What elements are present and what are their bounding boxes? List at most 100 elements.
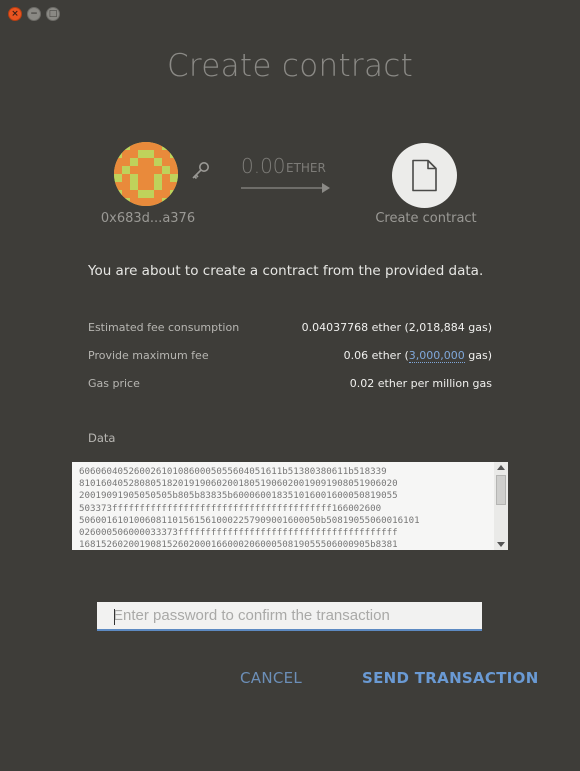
identicon-cell xyxy=(146,182,154,190)
data-line: 20019091905050505b805b83835b600060018351… xyxy=(79,491,398,502)
gas-price-label: Gas price xyxy=(88,377,140,390)
data-label: Data xyxy=(88,431,116,445)
max-fee-suffix: gas) xyxy=(464,349,492,362)
identicon-cell xyxy=(154,174,162,182)
contract-avatar xyxy=(392,143,457,208)
amount-value: 0.00 xyxy=(241,154,286,178)
identicon-cell xyxy=(138,150,146,158)
close-window-button[interactable]: × xyxy=(8,7,22,21)
key-icon xyxy=(192,162,209,180)
scroll-up-icon[interactable] xyxy=(497,465,505,470)
identicon-cell xyxy=(162,182,170,190)
data-line: 503373ffffffffffffffffffffffffffffffffff… xyxy=(79,503,382,514)
identicon-cell xyxy=(170,182,178,190)
identicon-cell xyxy=(122,190,130,198)
identicon-cell xyxy=(154,142,162,150)
identicon-cell xyxy=(138,190,146,198)
maximize-window-button[interactable]: □ xyxy=(46,7,60,21)
identicon-cell xyxy=(146,142,154,150)
scroll-down-icon[interactable] xyxy=(497,542,505,547)
identicon-cell xyxy=(122,142,130,150)
identicon-cell xyxy=(122,174,130,182)
page-title: Create contract xyxy=(166,48,414,84)
identicon-cell xyxy=(114,142,122,150)
identicon-cell xyxy=(170,190,178,198)
data-line: 6060604052600261010860005055604051611b51… xyxy=(79,467,387,477)
fee-label: Estimated fee consumption xyxy=(88,321,240,334)
identicon-cell xyxy=(122,182,130,190)
identicon-cell xyxy=(138,182,146,190)
to-label: Create contract xyxy=(375,211,477,226)
identicon-cell xyxy=(138,174,146,182)
identicon-cell xyxy=(170,198,178,206)
identicon-cell xyxy=(122,198,130,206)
identicon-cell xyxy=(146,190,154,198)
identicon-cell xyxy=(162,174,170,182)
data-line: 8101604052808051820191906020018051906020… xyxy=(79,479,398,490)
identicon-cell xyxy=(130,182,138,190)
password-input[interactable] xyxy=(97,602,482,631)
identicon-cell xyxy=(170,150,178,158)
identicon-cell xyxy=(170,158,178,166)
max-fee-value: 0.06 ether (3,000,000 gas) xyxy=(343,349,492,363)
identicon-cell xyxy=(130,166,138,174)
identicon-cell xyxy=(114,174,122,182)
identicon-cell xyxy=(154,166,162,174)
identicon-cell xyxy=(114,166,122,174)
identicon-avatar xyxy=(114,142,178,206)
data-line: 026000506000033373ffffffffffffffffffffff… xyxy=(79,528,398,539)
from-address[interactable]: 0x683d...a376 xyxy=(90,211,206,226)
identicon-cell xyxy=(114,150,122,158)
text-caret xyxy=(114,609,115,625)
identicon-cell xyxy=(138,198,146,206)
identicon-cell xyxy=(146,150,154,158)
fee-value: 0.04037768 ether (2,018,884 gas) xyxy=(301,321,492,334)
identicon-cell xyxy=(114,182,122,190)
identicon-cell xyxy=(170,166,178,174)
identicon-cell xyxy=(122,158,130,166)
identicon-cell xyxy=(114,198,122,206)
max-fee-prefix: 0.06 ether ( xyxy=(343,349,409,362)
identicon-cell xyxy=(114,190,122,198)
identicon-cell xyxy=(122,166,130,174)
identicon-cell xyxy=(170,174,178,182)
data-textarea[interactable]: 6060604052600261010860005055604051611b51… xyxy=(72,462,508,550)
identicon-cell xyxy=(170,142,178,150)
identicon-cell xyxy=(114,158,122,166)
identicon-cell xyxy=(154,150,162,158)
identicon-cell xyxy=(130,174,138,182)
minimize-window-button[interactable]: − xyxy=(27,7,41,21)
gas-price-value: 0.02 ether per million gas xyxy=(349,377,492,390)
max-fee-label: Provide maximum fee xyxy=(88,349,209,362)
data-scrollbar[interactable] xyxy=(494,462,508,550)
max-fee-gas-editable[interactable]: 3,000,000 xyxy=(408,349,465,363)
identicon-cell xyxy=(162,142,170,150)
identicon-cell xyxy=(130,150,138,158)
identicon-cell xyxy=(162,190,170,198)
identicon-cell xyxy=(130,158,138,166)
identicon-cell xyxy=(138,158,146,166)
arrow-right-icon xyxy=(241,183,330,193)
identicon-cell xyxy=(130,198,138,206)
identicon-cell xyxy=(146,174,154,182)
identicon-cell xyxy=(130,190,138,198)
identicon-cell xyxy=(154,190,162,198)
data-line: 1681526020019081526020001660002060005081… xyxy=(79,540,398,550)
identicon-cell xyxy=(162,158,170,166)
identicon-cell xyxy=(154,158,162,166)
identicon-cell xyxy=(138,166,146,174)
data-content: 6060604052600261010860005055604051611b51… xyxy=(72,462,508,550)
identicon-cell xyxy=(162,198,170,206)
cancel-button[interactable]: CANCEL xyxy=(240,669,302,687)
intro-text: You are about to create a contract from … xyxy=(88,263,484,279)
identicon-cell xyxy=(138,142,146,150)
send-transaction-button[interactable]: SEND TRANSACTION xyxy=(362,669,539,687)
document-icon xyxy=(412,159,437,192)
identicon-cell xyxy=(162,166,170,174)
amount-unit: ETHER xyxy=(286,161,326,175)
identicon-cell xyxy=(130,142,138,150)
identicon-cell xyxy=(162,150,170,158)
identicon-cell xyxy=(154,182,162,190)
scroll-thumb[interactable] xyxy=(496,475,506,505)
title-bar: × − □ xyxy=(0,0,580,28)
